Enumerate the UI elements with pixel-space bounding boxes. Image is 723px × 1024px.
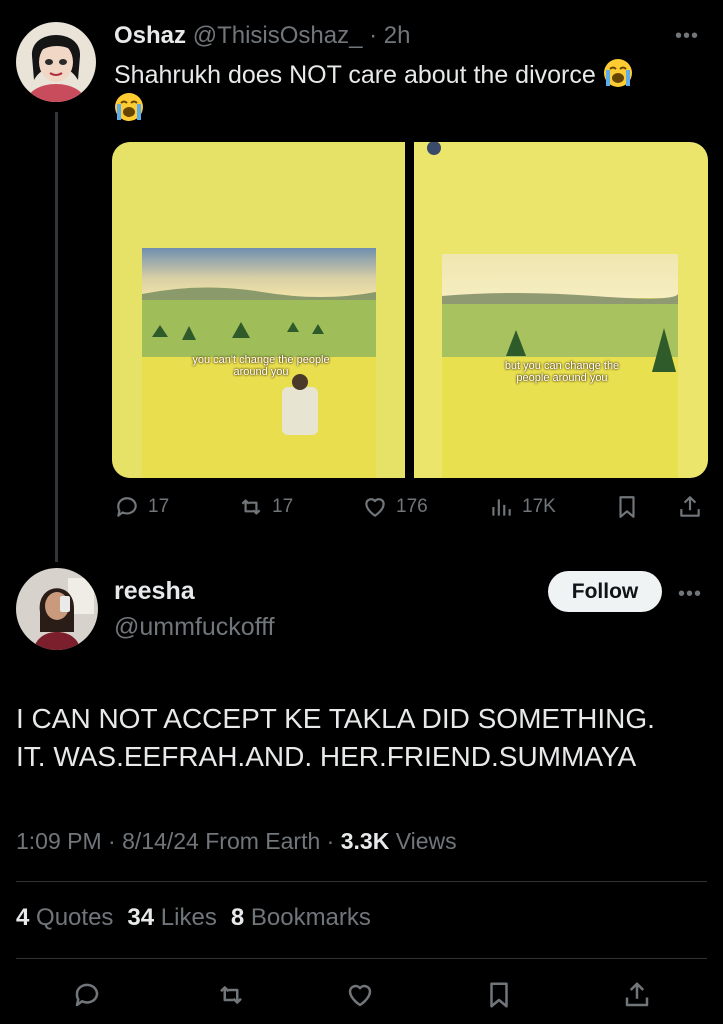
reesha-avatar[interactable]	[16, 568, 98, 650]
tweet-more-icon[interactable]: •••	[678, 584, 702, 604]
views-button[interactable]: 17K	[488, 494, 556, 520]
heart-icon	[348, 984, 372, 1007]
quoted-tweet-text: Shahrukh does NOT care about the divorce	[114, 58, 694, 126]
tweet-text: I CAN NOT ACCEPT KE TAKLA DID SOMETHING.…	[16, 700, 706, 776]
tweet-time[interactable]: 1:09 PM	[16, 828, 102, 854]
share-icon	[680, 496, 700, 517]
share-icon	[625, 982, 649, 1007]
repost-icon	[220, 986, 242, 1004]
quoted-tweet-actions: 17 17 176 17K	[0, 494, 723, 528]
like-button[interactable]: 176	[362, 494, 428, 520]
media-image-left[interactable]: you can't change the people around you	[112, 142, 405, 478]
quotes-label: Quotes	[36, 904, 114, 931]
header-separator: ·	[369, 22, 378, 49]
tweet-meta: 1:09 PM · 8/14/24 From Earth · 3.3K View…	[16, 828, 457, 855]
author-name[interactable]: reesha	[114, 576, 195, 606]
views-count-total: 3.3K	[340, 828, 390, 854]
tweet-text-line-1: I CAN NOT ACCEPT KE TAKLA DID SOMETHING.	[16, 703, 655, 734]
media-left-caption: you can't change the people around you	[192, 354, 330, 378]
tweet-action-bar	[0, 980, 723, 1014]
tweet-stats: 4 Quotes 34 Likes 8 Bookmarks	[16, 904, 371, 932]
loudly-crying-face-icon	[603, 59, 632, 87]
tweet-date[interactable]: 8/14/24	[122, 828, 199, 854]
quoted-author-name[interactable]: Oshaz	[114, 22, 186, 49]
heart-icon	[365, 498, 385, 517]
views-label: Views	[395, 828, 457, 854]
repost-count: 17	[272, 496, 294, 517]
like-button-main[interactable]	[345, 980, 375, 1010]
bookmarks-count: 8	[230, 904, 245, 931]
tweet-location: From Earth	[205, 828, 321, 854]
quoted-tweet-header: Oshaz @ThisisOshaz_ · 2h	[114, 22, 411, 50]
reply-button[interactable]: 17	[114, 494, 169, 520]
quoted-tweet-media[interactable]: you can't change the people around you b…	[112, 142, 708, 478]
quoted-tweet-time[interactable]: 2h	[384, 22, 411, 49]
tweet-text-line-2: IT. WAS.EEFRAH.AND. HER.FRIEND.SUMMAYA	[16, 741, 637, 772]
repost-button-main[interactable]	[216, 980, 246, 1010]
divider	[16, 881, 707, 882]
bookmark-button-main[interactable]	[484, 980, 514, 1010]
share-button-main[interactable]	[622, 980, 652, 1010]
author-handle[interactable]: @ummfuckofff	[114, 612, 275, 642]
likes-count: 34	[127, 904, 155, 931]
divider	[16, 958, 707, 959]
oshaz-avatar[interactable]	[16, 22, 96, 102]
bookmark-button[interactable]	[614, 494, 640, 520]
meta-separator: ·	[326, 828, 335, 854]
likes-stat[interactable]: 34 Likes	[127, 904, 216, 932]
repost-button[interactable]: 17	[238, 494, 293, 520]
reply-count: 17	[148, 496, 170, 517]
quoted-more-icon[interactable]: •••	[675, 26, 699, 46]
media-image-right[interactable]: but you can change the people around you	[414, 142, 708, 478]
likes-label: Likes	[160, 904, 217, 931]
views-count: 17K	[522, 496, 556, 517]
loudly-crying-face-icon	[115, 93, 143, 121]
media-right-caption: but you can change the people around you	[504, 360, 620, 384]
views-icon	[492, 499, 511, 516]
reply-icon	[75, 983, 99, 1007]
bookmark-icon	[619, 496, 635, 518]
bookmarks-stat[interactable]: 8 Bookmarks	[231, 904, 371, 932]
quotes-stat[interactable]: 4 Quotes	[16, 904, 113, 932]
meta-separator: ·	[108, 828, 116, 854]
reply-button-main[interactable]	[72, 980, 102, 1010]
quoted-author-handle[interactable]: @ThisisOshaz_	[193, 22, 363, 49]
repost-icon	[241, 499, 261, 515]
quotes-count: 4	[16, 904, 30, 931]
share-button[interactable]	[677, 494, 703, 520]
reply-icon	[117, 497, 137, 517]
like-count: 176	[396, 496, 428, 517]
quoted-tweet-text-content: Shahrukh does NOT care about the divorce	[114, 61, 596, 89]
follow-button[interactable]: Follow	[548, 571, 662, 612]
bookmarks-label: Bookmarks	[250, 904, 371, 931]
bookmark-icon	[490, 982, 508, 1008]
